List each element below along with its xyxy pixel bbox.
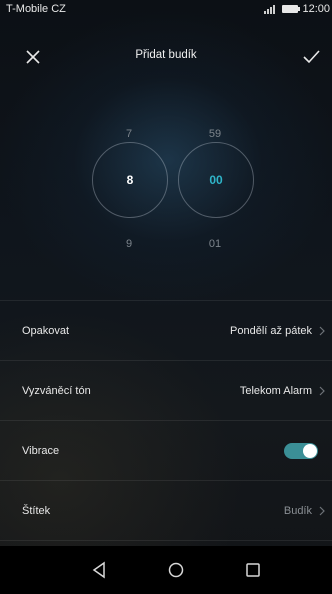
header: Přidat budík [0, 40, 332, 74]
status-bar: T-Mobile CZ 12:00 [0, 0, 332, 18]
back-button[interactable] [88, 559, 110, 581]
hour-wheel[interactable]: 8 [92, 142, 168, 218]
minute-selected: 00 [209, 173, 223, 187]
home-button[interactable] [165, 559, 187, 581]
tag-value: Budík [283, 504, 312, 517]
chevron-right-icon [319, 326, 325, 335]
hour-prev[interactable]: 7 [109, 128, 149, 140]
ringtone-value: Telekom Alarm [239, 384, 312, 397]
battery-icon [282, 5, 301, 13]
time-picker: 7 8 9 59 00 01 [0, 120, 332, 270]
tag-value-wrap: Budík [284, 505, 326, 517]
status-time: 12:00 [302, 3, 330, 15]
page-title: Přidat budík [135, 49, 197, 61]
vibration-row[interactable]: Vibrace [0, 420, 332, 480]
ringtone-row[interactable]: Vyzváněcí tón Telekom Alarm [0, 360, 332, 420]
back-icon [92, 561, 105, 579]
checkmark-icon [303, 50, 320, 64]
repeat-value-wrap: Pondělí až pátek [230, 325, 326, 337]
signal-icon [264, 4, 278, 14]
repeat-value: Pondělí až pátek [230, 324, 312, 337]
confirm-button[interactable] [300, 46, 322, 68]
chevron-right-icon [319, 506, 325, 515]
status-indicators: 12:00 [264, 3, 330, 15]
repeat-row[interactable]: Opakovat Pondělí až pátek [0, 300, 332, 360]
toggle-knob [303, 443, 317, 458]
carrier-label: T-Mobile CZ [6, 3, 66, 15]
settings-list: Opakovat Pondělí až pátek Vyzváněcí tón … [0, 300, 332, 541]
navigation-bar [0, 546, 332, 594]
minute-wheel[interactable]: 00 [178, 142, 254, 218]
recent-apps-icon [246, 563, 260, 577]
hour-selected: 8 [126, 173, 134, 187]
recent-apps-button[interactable] [242, 559, 264, 581]
alarm-screen: T-Mobile CZ 12:00 Přidat budík 7 8 9 59 … [0, 0, 332, 594]
vibration-toggle[interactable] [284, 442, 318, 459]
hour-next[interactable]: 9 [109, 238, 149, 250]
ringtone-value-wrap: Telekom Alarm [240, 385, 326, 397]
vibration-label: Vibrace [22, 444, 60, 457]
minute-next[interactable]: 01 [195, 238, 235, 250]
repeat-label: Opakovat [22, 324, 70, 337]
minute-prev[interactable]: 59 [195, 128, 235, 140]
ringtone-label: Vyzváněcí tón [22, 384, 91, 397]
chevron-right-icon [319, 386, 325, 395]
home-icon [168, 562, 184, 578]
tag-row[interactable]: Štítek Budík [0, 480, 332, 541]
tag-label: Štítek [22, 504, 51, 517]
